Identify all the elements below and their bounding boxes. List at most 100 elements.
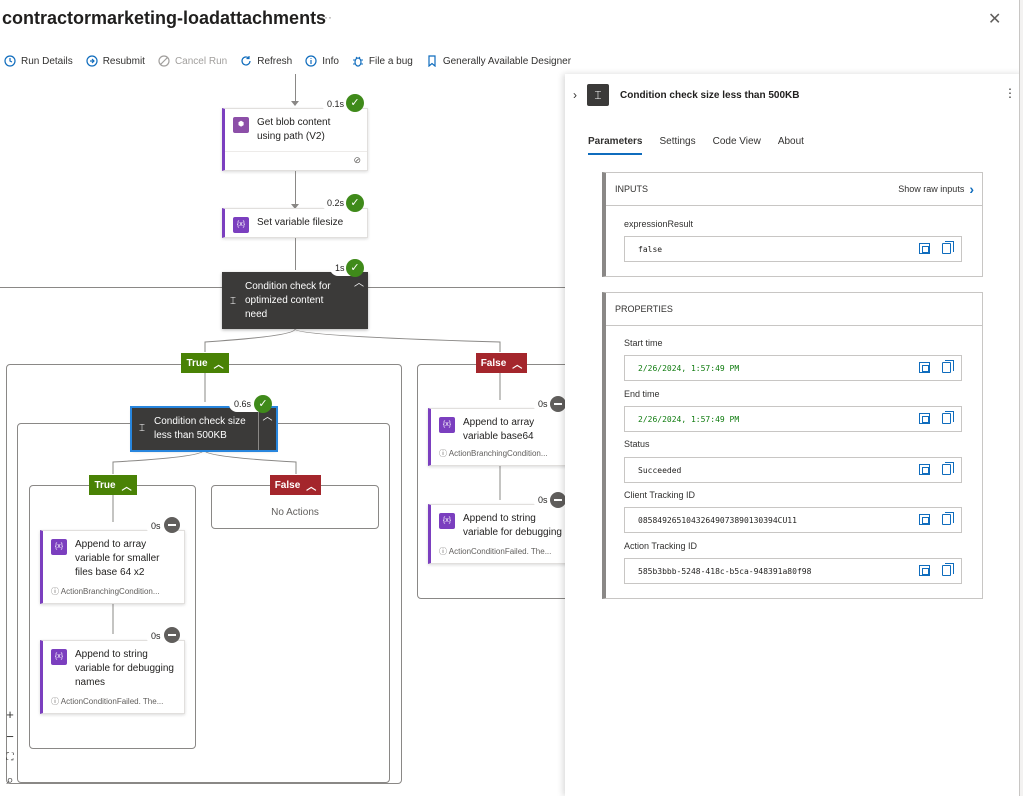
copy-icon[interactable] (942, 360, 954, 373)
expand-icon[interactable] (919, 243, 930, 254)
inner-true-branch-label[interactable]: True ︿ (89, 475, 137, 495)
branch-text: True (186, 357, 208, 369)
copy-icon[interactable] (942, 411, 954, 424)
skipped-icon (164, 627, 180, 643)
true-branch-label[interactable]: True ︿ (181, 353, 229, 373)
expand-icon[interactable] (919, 565, 930, 576)
expression-result-field: false (624, 236, 962, 262)
action-card-append-smaller[interactable]: {x} Append to array variable for smaller… (40, 530, 185, 604)
action-status: ⓘ ActionBranchingCondition... (51, 586, 183, 597)
refresh-label: Refresh (257, 55, 293, 67)
panel-tabs: Parameters Settings Code View About (588, 136, 804, 155)
zoom-in-button[interactable]: + (2, 707, 18, 722)
inputs-header: INPUTS Show raw inputs › (606, 173, 982, 206)
tab-settings[interactable]: Settings (659, 136, 695, 155)
cancel-run-button[interactable]: Cancel Run (158, 55, 227, 67)
end-time-field: 2/26/2024, 1:57:49 PM (624, 406, 962, 432)
action-card-append-debug-left[interactable]: {x} Append to string variable for debugg… (40, 640, 185, 714)
fit-view-button[interactable]: ⛶ (2, 752, 18, 763)
client-tracking-id-field: 08584926510432649073890130394CU11 (624, 507, 962, 533)
resubmit-label: Resubmit (102, 55, 145, 67)
field-label: End time (624, 389, 660, 399)
bug-icon (352, 56, 363, 67)
panel-title: Condition check size less than 500KB (620, 90, 800, 101)
action-card-append-base64[interactable]: {x} Append to array variable base64 ⓘ Ac… (428, 408, 565, 466)
refresh-icon (241, 56, 251, 66)
info-label: Info (322, 55, 339, 67)
toolbar: Run Details Resubmit Cancel Run Refresh … (4, 52, 571, 70)
field-value: 585b3bbb-5248-418c-b5ca-948391a80f98 (638, 566, 812, 576)
expand-icon[interactable] (919, 362, 930, 373)
copy-icon[interactable] (942, 241, 954, 254)
details-panel: › ⌶ Condition check size less than 500KB… (565, 74, 1023, 796)
duration-text: 0s (151, 521, 161, 531)
run-details-button[interactable]: Run Details (4, 55, 73, 67)
field-value: Succeeded (638, 465, 682, 475)
field-label: expressionResult (624, 219, 694, 229)
false-branch-label[interactable]: False ︿ (476, 353, 527, 373)
chevron-up-icon: ︿ (121, 481, 132, 493)
file-bug-button[interactable]: File a bug (352, 55, 413, 67)
run-details-label: Run Details (21, 55, 73, 67)
copy-icon[interactable] (942, 462, 954, 475)
action-card-append-debug-right[interactable]: {x} Append to string variable for debugg… (428, 504, 565, 564)
field-actions (919, 360, 954, 373)
action-title: Append to array variable for smaller fil… (75, 539, 160, 578)
branch-text: True (94, 479, 116, 491)
expand-icon[interactable] (919, 514, 930, 525)
variable-icon: {x} (51, 539, 67, 555)
copy-icon[interactable] (942, 563, 954, 576)
zoom-out-button[interactable]: − (2, 729, 18, 744)
file-bug-label: File a bug (368, 55, 413, 67)
refresh-button[interactable]: Refresh (240, 55, 292, 67)
close-icon[interactable]: ✕ (988, 9, 1001, 29)
field-value: 2/26/2024, 1:57:49 PM (638, 414, 740, 424)
tab-about[interactable]: About (778, 136, 804, 155)
variable-icon: {x} (439, 417, 455, 433)
condition-card-size[interactable]: ⌶ Condition check size less than 500KB ︿ (130, 406, 278, 452)
branch-text: False (480, 357, 507, 369)
field-value: 08584926510432649073890130394CU11 (638, 515, 797, 525)
field-label: Status (624, 439, 650, 449)
status-text: ActionConditionFailed. The... (60, 697, 164, 706)
info-icon (305, 55, 317, 67)
inner-false-branch-label[interactable]: False ︿ (270, 475, 321, 495)
chevron-up-icon: ︿ (512, 359, 523, 371)
expand-icon[interactable] (919, 464, 930, 475)
status-field: Succeeded (624, 457, 962, 483)
duration-text: 0s (538, 399, 548, 409)
tab-code-view[interactable]: Code View (713, 136, 761, 155)
inputs-heading: INPUTS (615, 184, 649, 194)
resubmit-icon (86, 55, 98, 67)
show-raw-text: Show raw inputs (898, 184, 965, 194)
branch-text: False (274, 479, 301, 491)
collapse-chevron-icon[interactable]: ︿ (258, 408, 276, 450)
show-raw-inputs-link[interactable]: Show raw inputs › (898, 181, 974, 197)
duration-text: 0s (538, 495, 548, 505)
resubmit-button[interactable]: Resubmit (86, 55, 145, 67)
window-scrollbar[interactable] (1019, 0, 1023, 796)
workflow-canvas[interactable]: ⬢ Get blob content using path (V2) ⊘ 0.1… (0, 74, 565, 796)
action-status: ⓘ ActionConditionFailed. The... (439, 546, 565, 557)
search-button[interactable]: ⌕ (2, 772, 18, 788)
field-label: Client Tracking ID (624, 490, 696, 500)
info-icon: ⓘ (51, 697, 61, 706)
info-button[interactable]: Info (305, 55, 339, 67)
app-window: contractormarketing-loadattachments ··· … (0, 0, 1023, 796)
action-tracking-id-field: 585b3bbb-5248-418c-b5ca-948391a80f98 (624, 558, 962, 584)
title-more-icon[interactable]: ··· (320, 10, 332, 24)
designer-button[interactable]: Generally Available Designer (426, 55, 571, 67)
copy-icon[interactable] (942, 512, 954, 525)
designer-label: Generally Available Designer (442, 55, 572, 67)
skipped-icon (550, 396, 565, 412)
properties-section: PROPERTIES Start time 2/26/2024, 1:57:49… (602, 292, 983, 599)
more-options-icon[interactable]: ⋮ (1004, 86, 1016, 100)
field-actions (919, 462, 954, 475)
expand-icon[interactable] (919, 413, 930, 424)
tab-parameters[interactable]: Parameters (588, 136, 643, 155)
variable-icon: {x} (439, 513, 455, 529)
variable-icon: {x} (51, 649, 67, 665)
collapse-panel-icon[interactable]: › (573, 88, 577, 102)
status-text: ActionConditionFailed. The... (448, 547, 552, 556)
start-time-field: 2/26/2024, 1:57:49 PM (624, 355, 962, 381)
